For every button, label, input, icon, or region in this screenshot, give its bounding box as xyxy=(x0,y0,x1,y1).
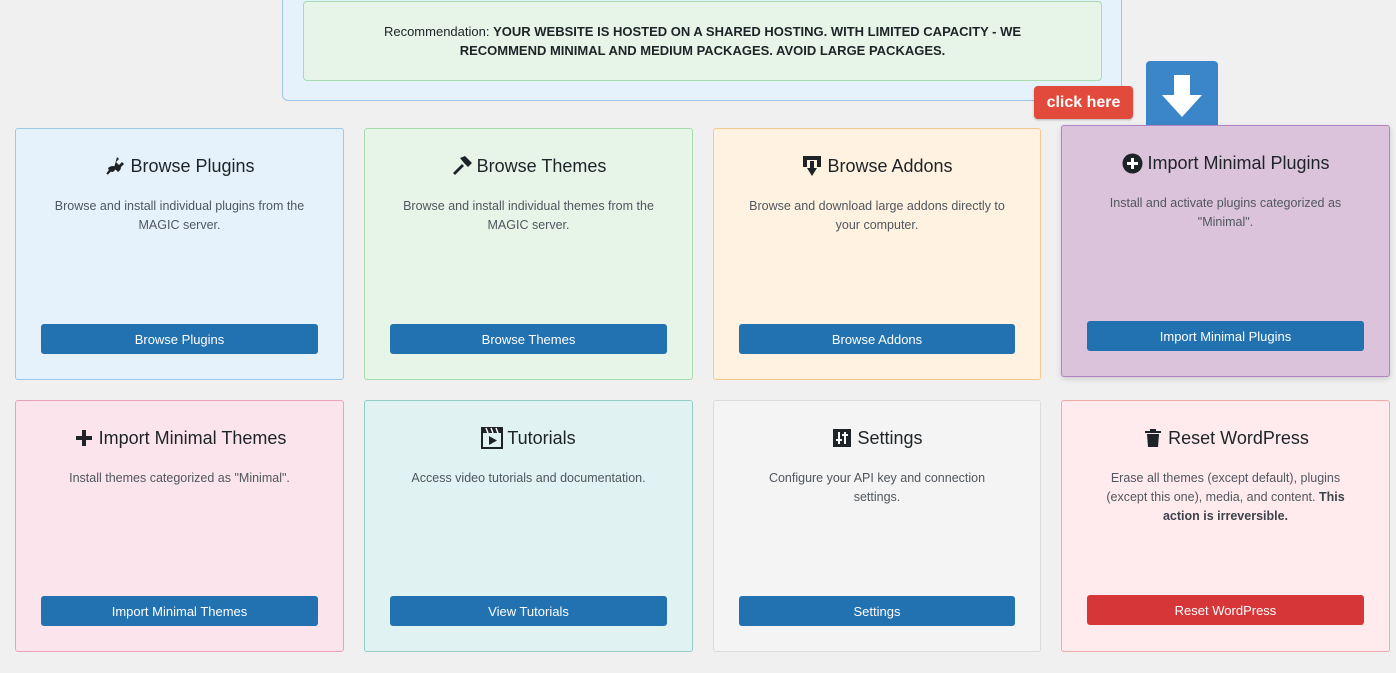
card-description: Configure your API key and connection se… xyxy=(768,471,986,504)
card-browse-addons: Browse Addons Browse and download large … xyxy=(713,128,1041,380)
sliders-icon xyxy=(831,427,853,449)
import-minimal-plugins-button[interactable]: Import Minimal Plugins xyxy=(1087,321,1364,351)
card-title: Browse Plugins xyxy=(130,155,255,176)
browse-themes-button[interactable]: Browse Themes xyxy=(390,324,667,354)
trash-icon xyxy=(1142,427,1164,449)
card-description: Install themes categorized as "Minimal". xyxy=(69,471,290,485)
card-description-text: Erase all themes (except default), plugi… xyxy=(1106,471,1341,504)
card-title: Import Minimal Plugins xyxy=(1147,152,1330,173)
arrow-down-icon xyxy=(1146,61,1218,131)
settings-button[interactable]: Settings xyxy=(739,596,1015,626)
card-title: Reset WordPress xyxy=(1168,427,1309,448)
card-title: Browse Themes xyxy=(476,155,607,176)
download-tray-icon xyxy=(801,155,823,177)
card-description: Browse and install individual themes fro… xyxy=(403,199,654,232)
view-tutorials-button[interactable]: View Tutorials xyxy=(390,596,667,626)
hammer-icon xyxy=(451,155,473,177)
plus-circle-icon xyxy=(1121,152,1143,174)
card-description: Browse and download large addons directl… xyxy=(749,199,1005,232)
video-icon xyxy=(481,427,504,449)
card-reset-wordpress: Reset WordPress Erase all themes (except… xyxy=(1061,400,1390,652)
plus-icon xyxy=(73,427,95,449)
card-browse-themes: Browse Themes Browse and install individ… xyxy=(364,128,693,380)
card-title: Tutorials xyxy=(507,427,576,448)
card-tutorials: Tutorials Access video tutorials and doc… xyxy=(364,400,693,652)
card-browse-plugins: Browse Plugins Browse and install indivi… xyxy=(15,128,344,380)
browse-addons-button[interactable]: Browse Addons xyxy=(739,324,1015,354)
card-description: Install and activate plugins categorized… xyxy=(1109,196,1342,229)
card-import-minimal-themes: Import Minimal Themes Install themes cat… xyxy=(15,400,344,652)
card-import-minimal-plugins: Import Minimal Plugins Install and activ… xyxy=(1061,125,1390,377)
reset-wordpress-button[interactable]: Reset WordPress xyxy=(1087,595,1364,625)
click-here-badge: click here xyxy=(1034,86,1133,119)
card-description: Erase all themes (except default), plugi… xyxy=(1096,469,1355,526)
plug-icon xyxy=(104,155,126,177)
recommendation-message: YOUR WEBSITE IS HOSTED ON A SHARED HOSTI… xyxy=(459,24,1022,58)
card-title: Browse Addons xyxy=(827,155,953,176)
import-minimal-themes-button[interactable]: Import Minimal Themes xyxy=(41,596,318,626)
browse-plugins-button[interactable]: Browse Plugins xyxy=(41,324,318,354)
card-title: Import Minimal Themes xyxy=(98,427,287,448)
card-description: Access video tutorials and documentation… xyxy=(411,471,646,485)
recommendation-label: Recommendation: xyxy=(383,24,490,39)
card-settings: Settings Configure your API key and conn… xyxy=(713,400,1041,652)
card-title: Settings xyxy=(857,427,923,448)
card-description: Browse and install individual plugins fr… xyxy=(54,199,305,232)
recommendation-notice: Recommendation: YOUR WEBSITE IS HOSTED O… xyxy=(303,1,1102,81)
